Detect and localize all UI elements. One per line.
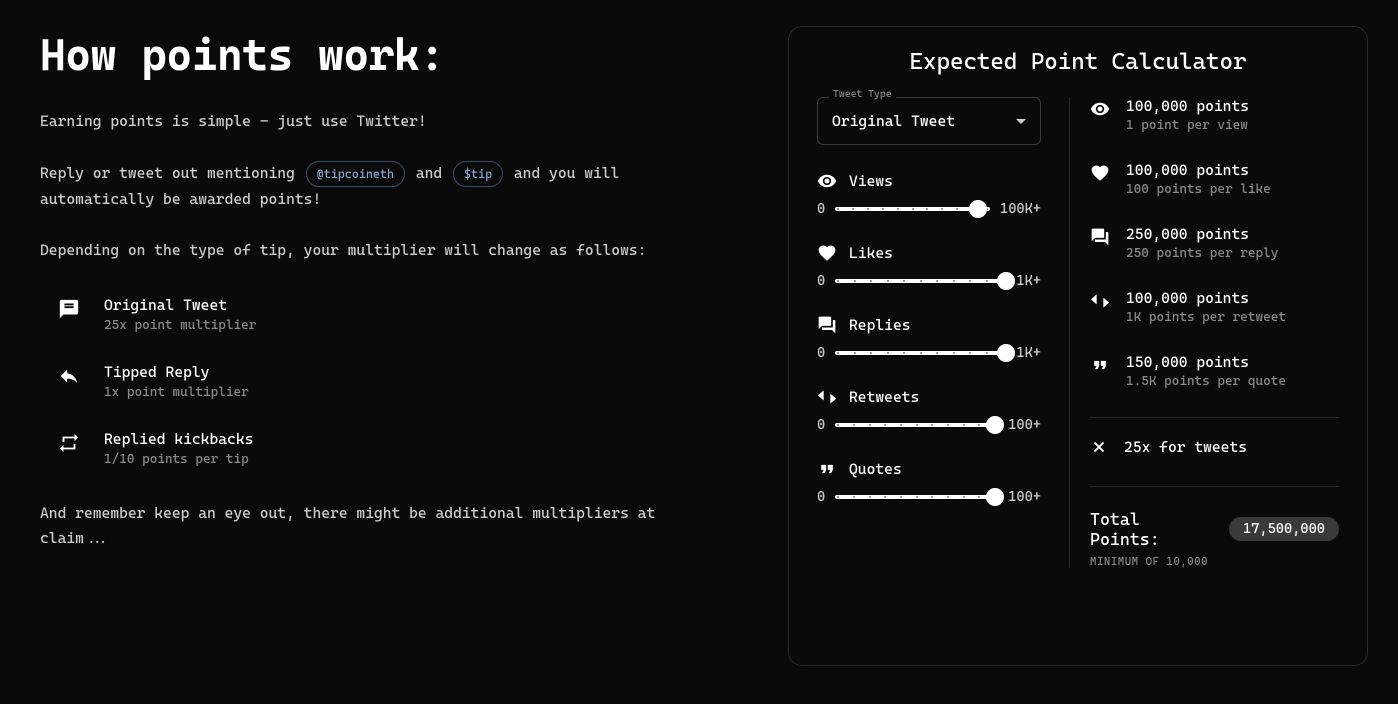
reply-icon bbox=[58, 365, 80, 387]
slider-max: 100K+ bbox=[1000, 201, 1041, 217]
result-retweets: 100,000 points 1K points per retweet bbox=[1090, 289, 1339, 325]
retweet-icon bbox=[1090, 291, 1110, 311]
result-main: 100,000 points bbox=[1126, 97, 1249, 115]
reply-bubble-icon bbox=[817, 315, 837, 335]
slider-views: Views 0 100K+ bbox=[817, 171, 1041, 217]
slider-replies: Replies 0 1K+ bbox=[817, 315, 1041, 361]
slider-label: Retweets bbox=[849, 388, 919, 406]
multiplier-sub: 1/10 points per tip bbox=[104, 452, 253, 467]
page-title: How points work: bbox=[40, 30, 718, 81]
calculator-column: Expected Point Calculator Tweet Type Ori… bbox=[758, 0, 1398, 704]
slider-min: 0 bbox=[817, 417, 825, 433]
multiplier-sub: 1x point multiplier bbox=[104, 385, 249, 400]
quote-icon bbox=[1090, 355, 1110, 375]
result-quotes: 150,000 points 1.5K points per quote bbox=[1090, 353, 1339, 389]
slider-max: 1K+ bbox=[1016, 273, 1041, 289]
multiplier-text: 25x for tweets bbox=[1124, 438, 1247, 456]
slider-label: Likes bbox=[849, 244, 893, 262]
result-sub: 1 point per view bbox=[1126, 118, 1249, 133]
text-fragment: and bbox=[416, 164, 451, 182]
heart-icon bbox=[817, 243, 837, 263]
multiplier-title: Tipped Reply bbox=[104, 363, 249, 381]
result-main: 150,000 points bbox=[1126, 353, 1286, 371]
slider-quotes: Quotes 0 100+ bbox=[817, 459, 1041, 505]
mention-pill-handle: @tipcoineth bbox=[306, 161, 405, 187]
slider-track[interactable] bbox=[835, 207, 990, 211]
slider-thumb[interactable] bbox=[997, 272, 1015, 290]
total-badge: 17,500,000 bbox=[1229, 517, 1339, 541]
result-sub: 100 points per like bbox=[1126, 182, 1271, 197]
retweet-icon bbox=[817, 387, 837, 407]
slider-likes: Likes 0 1K+ bbox=[817, 243, 1041, 289]
slider-label: Replies bbox=[849, 316, 911, 334]
multiplier-item-tipped-reply: Tipped Reply 1x point multiplier bbox=[58, 363, 718, 400]
slider-label: Views bbox=[849, 172, 893, 190]
result-views: 100,000 points 1 point per view bbox=[1090, 97, 1339, 133]
slider-thumb[interactable] bbox=[986, 416, 1004, 434]
slider-min: 0 bbox=[817, 489, 825, 505]
calculator-inputs: Tweet Type Original Tweet Views 0 bbox=[817, 97, 1041, 568]
tweet-type-select-wrap: Tweet Type Original Tweet bbox=[817, 97, 1041, 145]
result-main: 250,000 points bbox=[1126, 225, 1278, 243]
slider-min: 0 bbox=[817, 201, 825, 217]
outro-text: And remember keep an eye out, there migh… bbox=[40, 501, 718, 552]
slider-max: 1K+ bbox=[1016, 345, 1041, 361]
tweet-type-value: Original Tweet bbox=[832, 112, 955, 130]
result-sub: 250 points per reply bbox=[1126, 246, 1278, 261]
multiplier-sub: 25x point multiplier bbox=[104, 318, 256, 333]
multiplier-list: Original Tweet 25x point multiplier Tipp… bbox=[58, 296, 718, 467]
slider-label: Quotes bbox=[849, 460, 902, 478]
multiplier-title: Original Tweet bbox=[104, 296, 256, 314]
intro-text: Earning points is simple - just use Twit… bbox=[40, 109, 718, 135]
result-main: 100,000 points bbox=[1126, 161, 1271, 179]
eye-icon bbox=[1090, 99, 1110, 119]
total-row: Total Points: 17,500,000 MINIMUM OF 10,0… bbox=[1090, 486, 1339, 568]
swap-icon bbox=[58, 432, 80, 454]
result-likes: 100,000 points 100 points per like bbox=[1090, 161, 1339, 197]
slider-min: 0 bbox=[817, 273, 825, 289]
result-main: 100,000 points bbox=[1126, 289, 1286, 307]
tweet-type-select[interactable]: Original Tweet bbox=[817, 97, 1041, 145]
multiplier-item-replied-kickbacks: Replied kickbacks 1/10 points per tip bbox=[58, 430, 718, 467]
eye-icon bbox=[817, 171, 837, 191]
total-label: Total Points: bbox=[1090, 509, 1219, 549]
mention-pill-ticker: $tip bbox=[453, 161, 503, 187]
reply-bubble-icon bbox=[1090, 227, 1110, 247]
text-fragment: Reply or tweet out mentioning bbox=[40, 164, 304, 182]
multiplier-item-original-tweet: Original Tweet 25x point multiplier bbox=[58, 296, 718, 333]
slider-retweets: Retweets 0 100+ bbox=[817, 387, 1041, 433]
calculator-title: Expected Point Calculator bbox=[817, 49, 1339, 75]
slider-track[interactable] bbox=[835, 351, 1006, 355]
chat-icon bbox=[58, 298, 80, 320]
slider-thumb[interactable] bbox=[997, 344, 1015, 362]
chevron-down-icon bbox=[1016, 119, 1026, 124]
multiplier-row: 25x for tweets bbox=[1090, 417, 1339, 456]
multiplier-title: Replied kickbacks bbox=[104, 430, 253, 448]
close-icon bbox=[1090, 438, 1108, 456]
quote-icon bbox=[817, 459, 837, 479]
calculator-results: 100,000 points 1 point per view 100,000 … bbox=[1069, 97, 1339, 568]
total-min: MINIMUM OF 10,000 bbox=[1090, 555, 1339, 568]
slider-max: 100+ bbox=[1008, 489, 1041, 505]
result-replies: 250,000 points 250 points per reply bbox=[1090, 225, 1339, 261]
slider-max: 100+ bbox=[1008, 417, 1041, 433]
tweet-type-legend: Tweet Type bbox=[829, 89, 896, 100]
mention-instructions: Reply or tweet out mentioning @tipcoinet… bbox=[40, 161, 718, 213]
slider-track[interactable] bbox=[835, 423, 998, 427]
result-sub: 1K points per retweet bbox=[1126, 310, 1286, 325]
multiplier-intro: Depending on the type of tip, your multi… bbox=[40, 238, 718, 264]
slider-min: 0 bbox=[817, 345, 825, 361]
slider-thumb[interactable] bbox=[969, 200, 987, 218]
how-points-work-section: How points work: Earning points is simpl… bbox=[0, 0, 758, 704]
slider-track[interactable] bbox=[835, 279, 1006, 283]
calculator-card: Expected Point Calculator Tweet Type Ori… bbox=[788, 26, 1368, 666]
slider-track[interactable] bbox=[835, 495, 998, 499]
slider-thumb[interactable] bbox=[986, 488, 1004, 506]
heart-icon bbox=[1090, 163, 1110, 183]
result-sub: 1.5K points per quote bbox=[1126, 374, 1286, 389]
